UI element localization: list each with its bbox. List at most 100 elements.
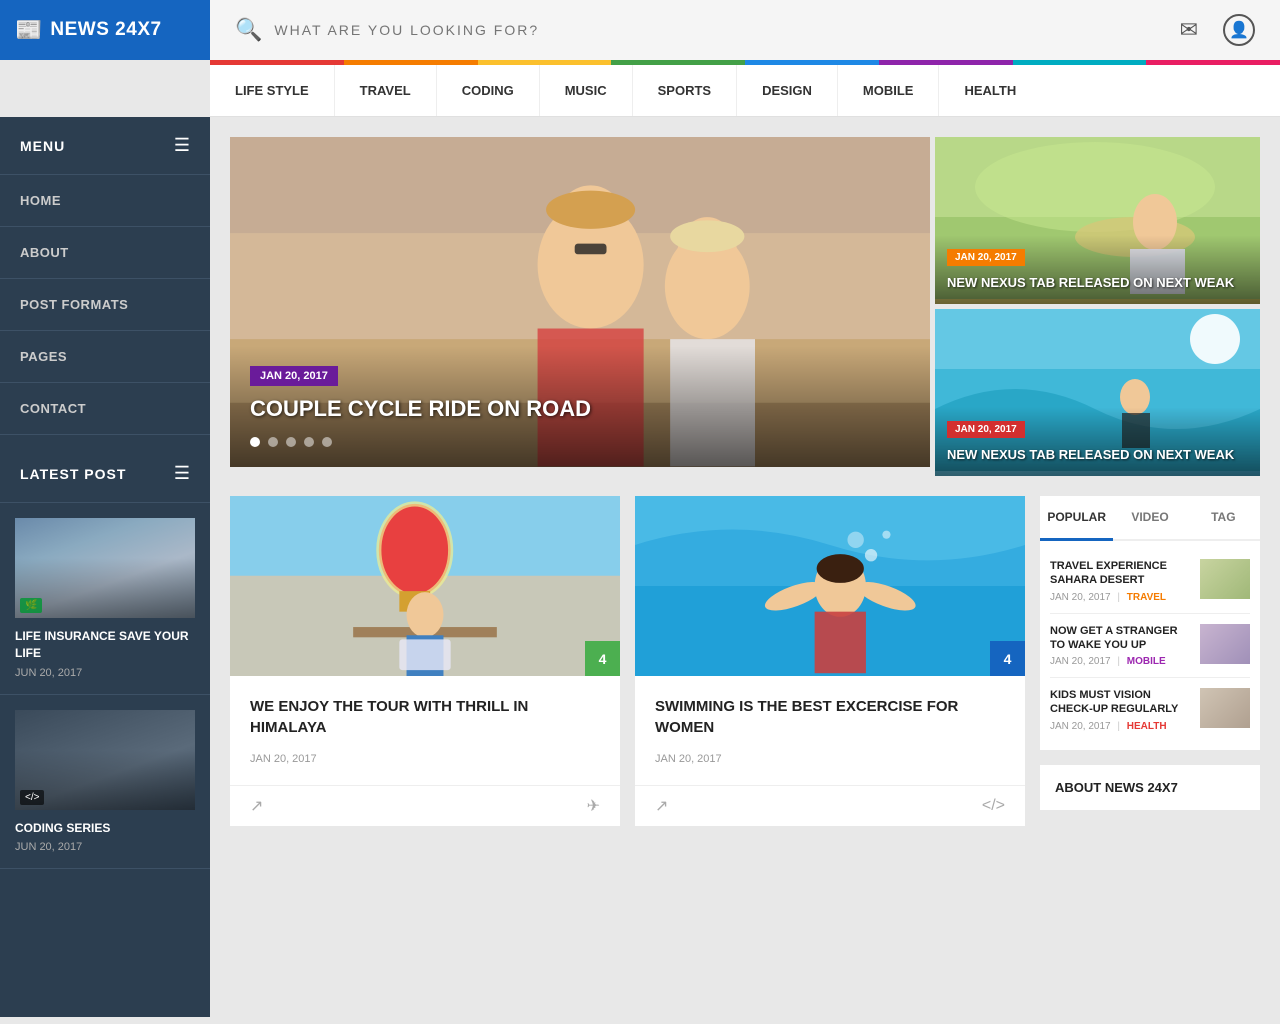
sidebar-post-2-title: CODING SERIES bbox=[15, 820, 195, 837]
search-icon: 🔍 bbox=[235, 17, 262, 43]
hero-side-top-date: JAN 20, 2017 bbox=[947, 249, 1025, 266]
tab-popular[interactable]: POPULAR bbox=[1040, 496, 1113, 541]
leaf-icon: 🌿 bbox=[20, 598, 42, 613]
site-logo[interactable]: 📰 NEWS 24X7 bbox=[0, 0, 210, 60]
popular-post-1-title: TRAVEL EXPERIENCE SAHARA DESERT bbox=[1050, 559, 1192, 588]
popular-post-2-thumbnail bbox=[1200, 624, 1250, 664]
code-icon: </> bbox=[20, 790, 44, 805]
sidebar-item-pages[interactable]: PAGES bbox=[0, 331, 210, 383]
dot-2[interactable] bbox=[268, 437, 278, 447]
popular-post-2-category[interactable]: MOBILE bbox=[1127, 656, 1166, 667]
article-1-date: JAN 20, 2017 bbox=[250, 753, 600, 765]
mail-icon[interactable]: ✉ bbox=[1180, 17, 1198, 43]
tabs-header: POPULAR VIDEO TAG bbox=[1040, 496, 1260, 541]
nav-item-mobile[interactable]: MOBILE bbox=[838, 65, 940, 116]
popular-post-3-title: KIDS MUST VISION CHECK-UP REGULARLY bbox=[1050, 688, 1192, 717]
sidebar-post-2-date: JUN 20, 2017 bbox=[15, 841, 195, 853]
dot-3[interactable] bbox=[286, 437, 296, 447]
nav-item-health[interactable]: HEALTH bbox=[939, 65, 1041, 116]
popular-post-2-meta: JAN 20, 2017 | MOBILE bbox=[1050, 656, 1192, 667]
sidebar-menu-title: MENU bbox=[20, 138, 65, 154]
article-2-share-icon[interactable]: ↗ bbox=[655, 796, 668, 816]
sidebar-right: POPULAR VIDEO TAG TRAVEL EXPERIENCE SAHA… bbox=[1040, 496, 1260, 826]
popular-post-3-category[interactable]: HEALTH bbox=[1127, 721, 1167, 732]
popular-post-1-thumbnail bbox=[1200, 559, 1250, 599]
article-1-footer: ↗ ✈ bbox=[230, 785, 620, 826]
sidebar-post-2: </> CODING SERIES JUN 20, 2017 bbox=[0, 695, 210, 870]
hero-side-bottom-title: NEW NEXUS TAB RELEASED ON NEXT WEAK bbox=[947, 446, 1248, 464]
sidebar-item-home[interactable]: HOME bbox=[0, 175, 210, 227]
tabs-widget: POPULAR VIDEO TAG TRAVEL EXPERIENCE SAHA… bbox=[1040, 496, 1260, 750]
search-bar: 🔍 bbox=[210, 0, 1155, 60]
sidebar-item-post-formats[interactable]: POST FORMATS bbox=[0, 279, 210, 331]
content-area: JAN 20, 2017 COUPLE CYCLE RIDE ON ROAD bbox=[210, 117, 1280, 1017]
sidebar-post-1-title: LIFE INSURANCE SAVE YOUR LIFE bbox=[15, 628, 195, 662]
main-nav: LIFE STYLE TRAVEL CODING MUSIC SPORTS DE… bbox=[210, 65, 1280, 117]
sidebar-post-1-date: JUN 20, 2017 bbox=[15, 667, 195, 679]
about-widget: ABOUT NEWS 24X7 bbox=[1040, 765, 1260, 810]
tab-tag[interactable]: TAG bbox=[1187, 496, 1260, 539]
sidebar-item-contact[interactable]: CONTACT bbox=[0, 383, 210, 435]
article-1-action-icon[interactable]: ✈ bbox=[587, 796, 600, 816]
popular-post-1-meta: JAN 20, 2017 | TRAVEL bbox=[1050, 592, 1192, 603]
sidebar-item-about[interactable]: ABOUT bbox=[0, 227, 210, 279]
article-2-action-icon[interactable]: </> bbox=[982, 797, 1005, 815]
search-input[interactable] bbox=[274, 22, 1129, 38]
dot-5[interactable] bbox=[322, 437, 332, 447]
popular-post-1-category[interactable]: TRAVEL bbox=[1127, 592, 1166, 603]
user-icon[interactable]: 👤 bbox=[1223, 14, 1255, 46]
hero-main: JAN 20, 2017 COUPLE CYCLE RIDE ON ROAD bbox=[230, 137, 930, 467]
hamburger-icon[interactable]: ☰ bbox=[174, 135, 190, 156]
article-2-date: JAN 20, 2017 bbox=[655, 753, 1005, 765]
nav-item-music[interactable]: MUSIC bbox=[540, 65, 633, 116]
article-2-badge: 4 bbox=[990, 641, 1025, 676]
popular-post-3-meta: JAN 20, 2017 | HEALTH bbox=[1050, 721, 1192, 732]
hero-dots bbox=[250, 437, 910, 447]
nav-item-sports[interactable]: SPORTS bbox=[633, 65, 737, 116]
hero-side-bottom-date: JAN 20, 2017 bbox=[947, 421, 1025, 438]
popular-post-2: NOW GET A STRANGER TO WAKE YOU UP JAN 20… bbox=[1050, 614, 1250, 679]
sidebar-menu-header: MENU ☰ bbox=[0, 117, 210, 175]
article-2-footer: ↗ </> bbox=[635, 785, 1025, 826]
about-widget-title: ABOUT NEWS 24X7 bbox=[1055, 780, 1245, 795]
tab-content: TRAVEL EXPERIENCE SAHARA DESERT JAN 20, … bbox=[1040, 541, 1260, 750]
logo-text: NEWS 24X7 bbox=[50, 19, 161, 41]
nav-item-design[interactable]: DESIGN bbox=[737, 65, 838, 116]
nav-item-coding[interactable]: CODING bbox=[437, 65, 540, 116]
article-card-1: 4 WE ENJOY THE TOUR WITH THRILL IN HIMAL… bbox=[230, 496, 620, 826]
article-1-image bbox=[230, 496, 620, 676]
popular-post-2-info: NOW GET A STRANGER TO WAKE YOU UP JAN 20… bbox=[1050, 624, 1192, 668]
article-card-2: 4 SWIMMING IS THE BEST EXCERCISE FOR WOM… bbox=[635, 496, 1025, 826]
sidebar-post-1: 🌿 LIFE INSURANCE SAVE YOUR LIFE JUN 20, … bbox=[0, 503, 210, 695]
hero-side: JAN 20, 2017 NEW NEXUS TAB RELEASED ON N… bbox=[935, 137, 1260, 476]
articles-section: 4 WE ENJOY THE TOUR WITH THRILL IN HIMAL… bbox=[230, 496, 1260, 826]
list-icon: ☰ bbox=[174, 463, 190, 484]
hero-main-title: COUPLE CYCLE RIDE ON ROAD bbox=[250, 396, 910, 422]
header-icons: ✉ 👤 bbox=[1155, 0, 1280, 60]
popular-post-1: TRAVEL EXPERIENCE SAHARA DESERT JAN 20, … bbox=[1050, 549, 1250, 614]
newspaper-icon: 📰 bbox=[15, 17, 42, 43]
hero-section: JAN 20, 2017 COUPLE CYCLE RIDE ON ROAD bbox=[230, 137, 1260, 476]
article-2-image bbox=[635, 496, 1025, 676]
article-1-title: WE ENJOY THE TOUR WITH THRILL IN HIMALAY… bbox=[250, 696, 600, 738]
hero-side-top-title: NEW NEXUS TAB RELEASED ON NEXT WEAK bbox=[947, 274, 1248, 292]
popular-post-3-info: KIDS MUST VISION CHECK-UP REGULARLY JAN … bbox=[1050, 688, 1192, 732]
article-1-share-icon[interactable]: ↗ bbox=[250, 796, 263, 816]
popular-post-1-info: TRAVEL EXPERIENCE SAHARA DESERT JAN 20, … bbox=[1050, 559, 1192, 603]
hero-side-bottom: JAN 20, 2017 NEW NEXUS TAB RELEASED ON N… bbox=[935, 309, 1260, 476]
nav-item-lifestyle[interactable]: LIFE STYLE bbox=[210, 65, 335, 116]
latest-post-header: LATEST POST ☰ bbox=[0, 445, 210, 503]
article-1-badge: 4 bbox=[585, 641, 620, 676]
sidebar-left: MENU ☰ HOME ABOUT POST FORMATS PAGES CON… bbox=[0, 117, 210, 1017]
latest-post-title: LATEST POST bbox=[20, 466, 126, 482]
hero-side-top: JAN 20, 2017 NEW NEXUS TAB RELEASED ON N… bbox=[935, 137, 1260, 304]
tab-video[interactable]: VIDEO bbox=[1113, 496, 1186, 539]
dot-4[interactable] bbox=[304, 437, 314, 447]
popular-post-3: KIDS MUST VISION CHECK-UP REGULARLY JAN … bbox=[1050, 678, 1250, 742]
article-2-title: SWIMMING IS THE BEST EXCERCISE FOR WOMEN bbox=[655, 696, 1005, 738]
dot-1[interactable] bbox=[250, 437, 260, 447]
hero-main-date: JAN 20, 2017 bbox=[250, 366, 338, 386]
popular-post-3-thumbnail bbox=[1200, 688, 1250, 728]
nav-item-travel[interactable]: TRAVEL bbox=[335, 65, 437, 116]
popular-post-2-title: NOW GET A STRANGER TO WAKE YOU UP bbox=[1050, 624, 1192, 653]
